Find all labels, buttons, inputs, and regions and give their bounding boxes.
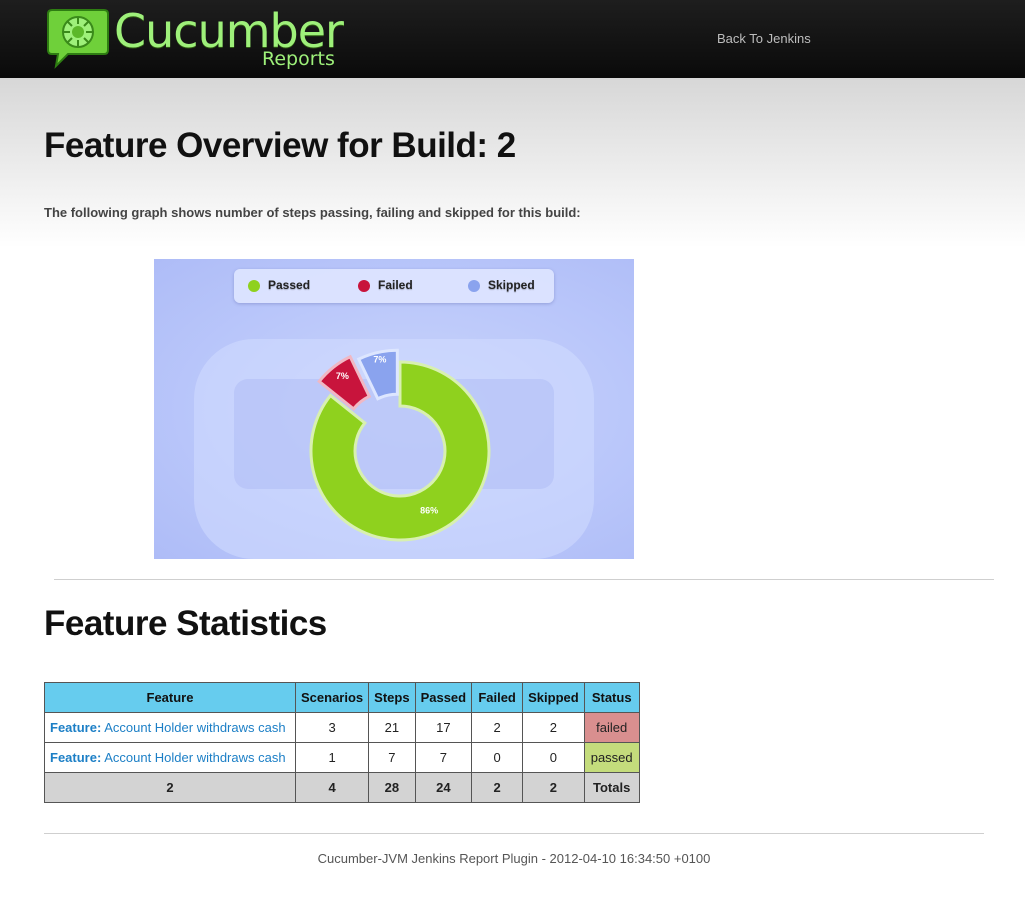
intro-text: The following graph shows number of step… [44,205,581,220]
failed-cell: 0 [471,742,524,773]
legend-dot-failed [358,280,370,292]
totals-row: 2 4 28 24 2 2 Totals [44,772,640,803]
footer-text: Cucumber-JVM Jenkins Report Plugin - 201… [317,851,711,866]
table-row: Feature: Account Holder withdraws cash 3… [44,712,640,743]
feature-link[interactable]: Feature: Account Holder withdraws cash [44,742,296,773]
legend-label-failed: Failed [378,278,413,292]
column-header-scenarios: Scenarios [294,682,370,713]
column-header-steps: Steps [368,682,416,713]
failed-cell: 2 [471,712,524,743]
skipped-cell: 2 [522,712,585,743]
feature-name: Account Holder withdraws cash [104,750,286,765]
top-header-bar: Cucumber Reports Back To Jenkins [0,0,1025,78]
passed-cell: 7 [414,742,473,773]
page-title: Feature Overview for Build: 2 [44,126,516,165]
chart-canvas: 86% 7% 7% [194,339,594,559]
column-header-status: Status [583,682,640,713]
table-header-row: Feature Scenarios Steps Passed Failed Sk… [44,682,640,713]
column-header-passed: Passed [414,682,473,713]
chart-label-skipped: 7% [373,355,386,365]
feature-prefix: Feature: [50,750,102,765]
totals-label-cell: Totals [583,772,640,803]
steps-cell: 7 [368,742,416,773]
totals-passed-cell: 24 [414,772,473,803]
feature-link[interactable]: Feature: Account Holder withdraws cash [44,712,296,743]
legend-label-skipped: Skipped [488,278,535,292]
cucumber-reports-logo[interactable]: Cucumber Reports [46,6,356,72]
table-row: Feature: Account Holder withdraws cash 1… [44,742,640,773]
totals-steps-cell: 28 [368,772,416,803]
feature-name: Account Holder withdraws cash [104,720,286,735]
totals-scenarios-cell: 4 [294,772,370,803]
feature-prefix: Feature: [50,720,102,735]
totals-skipped-cell: 2 [522,772,585,803]
column-header-skipped: Skipped [522,682,585,713]
skipped-cell: 0 [522,742,585,773]
legend-dot-skipped [468,280,480,292]
footer-divider [44,833,984,834]
section-divider [54,579,994,580]
chart-label-passed: 86% [420,506,438,516]
logo-subtitle: Reports [262,48,335,70]
status-badge: failed [583,712,640,743]
totals-failed-cell: 2 [471,772,524,803]
cucumber-logo-icon [47,9,109,69]
steps-cell: 21 [368,712,416,743]
legend-dot-passed [248,280,260,292]
chart-legend: Passed Failed Skipped [234,269,554,303]
legend-label-passed: Passed [268,278,311,292]
column-header-feature: Feature [44,682,296,713]
totals-features-cell: 2 [44,772,296,803]
feature-statistics-table: Feature Scenarios Steps Passed Failed Sk… [44,682,640,803]
scenarios-cell: 1 [294,742,370,773]
back-to-jenkins-link[interactable]: Back To Jenkins [717,31,811,46]
steps-donut-chart: 86% 7% 7% Passed Failed Skipped [154,259,634,559]
chart-label-failed: 7% [336,371,349,381]
status-badge: passed [583,742,640,773]
feature-statistics-title: Feature Statistics [44,604,327,643]
scenarios-cell: 3 [294,712,370,743]
passed-cell: 17 [414,712,473,743]
column-header-failed: Failed [471,682,524,713]
